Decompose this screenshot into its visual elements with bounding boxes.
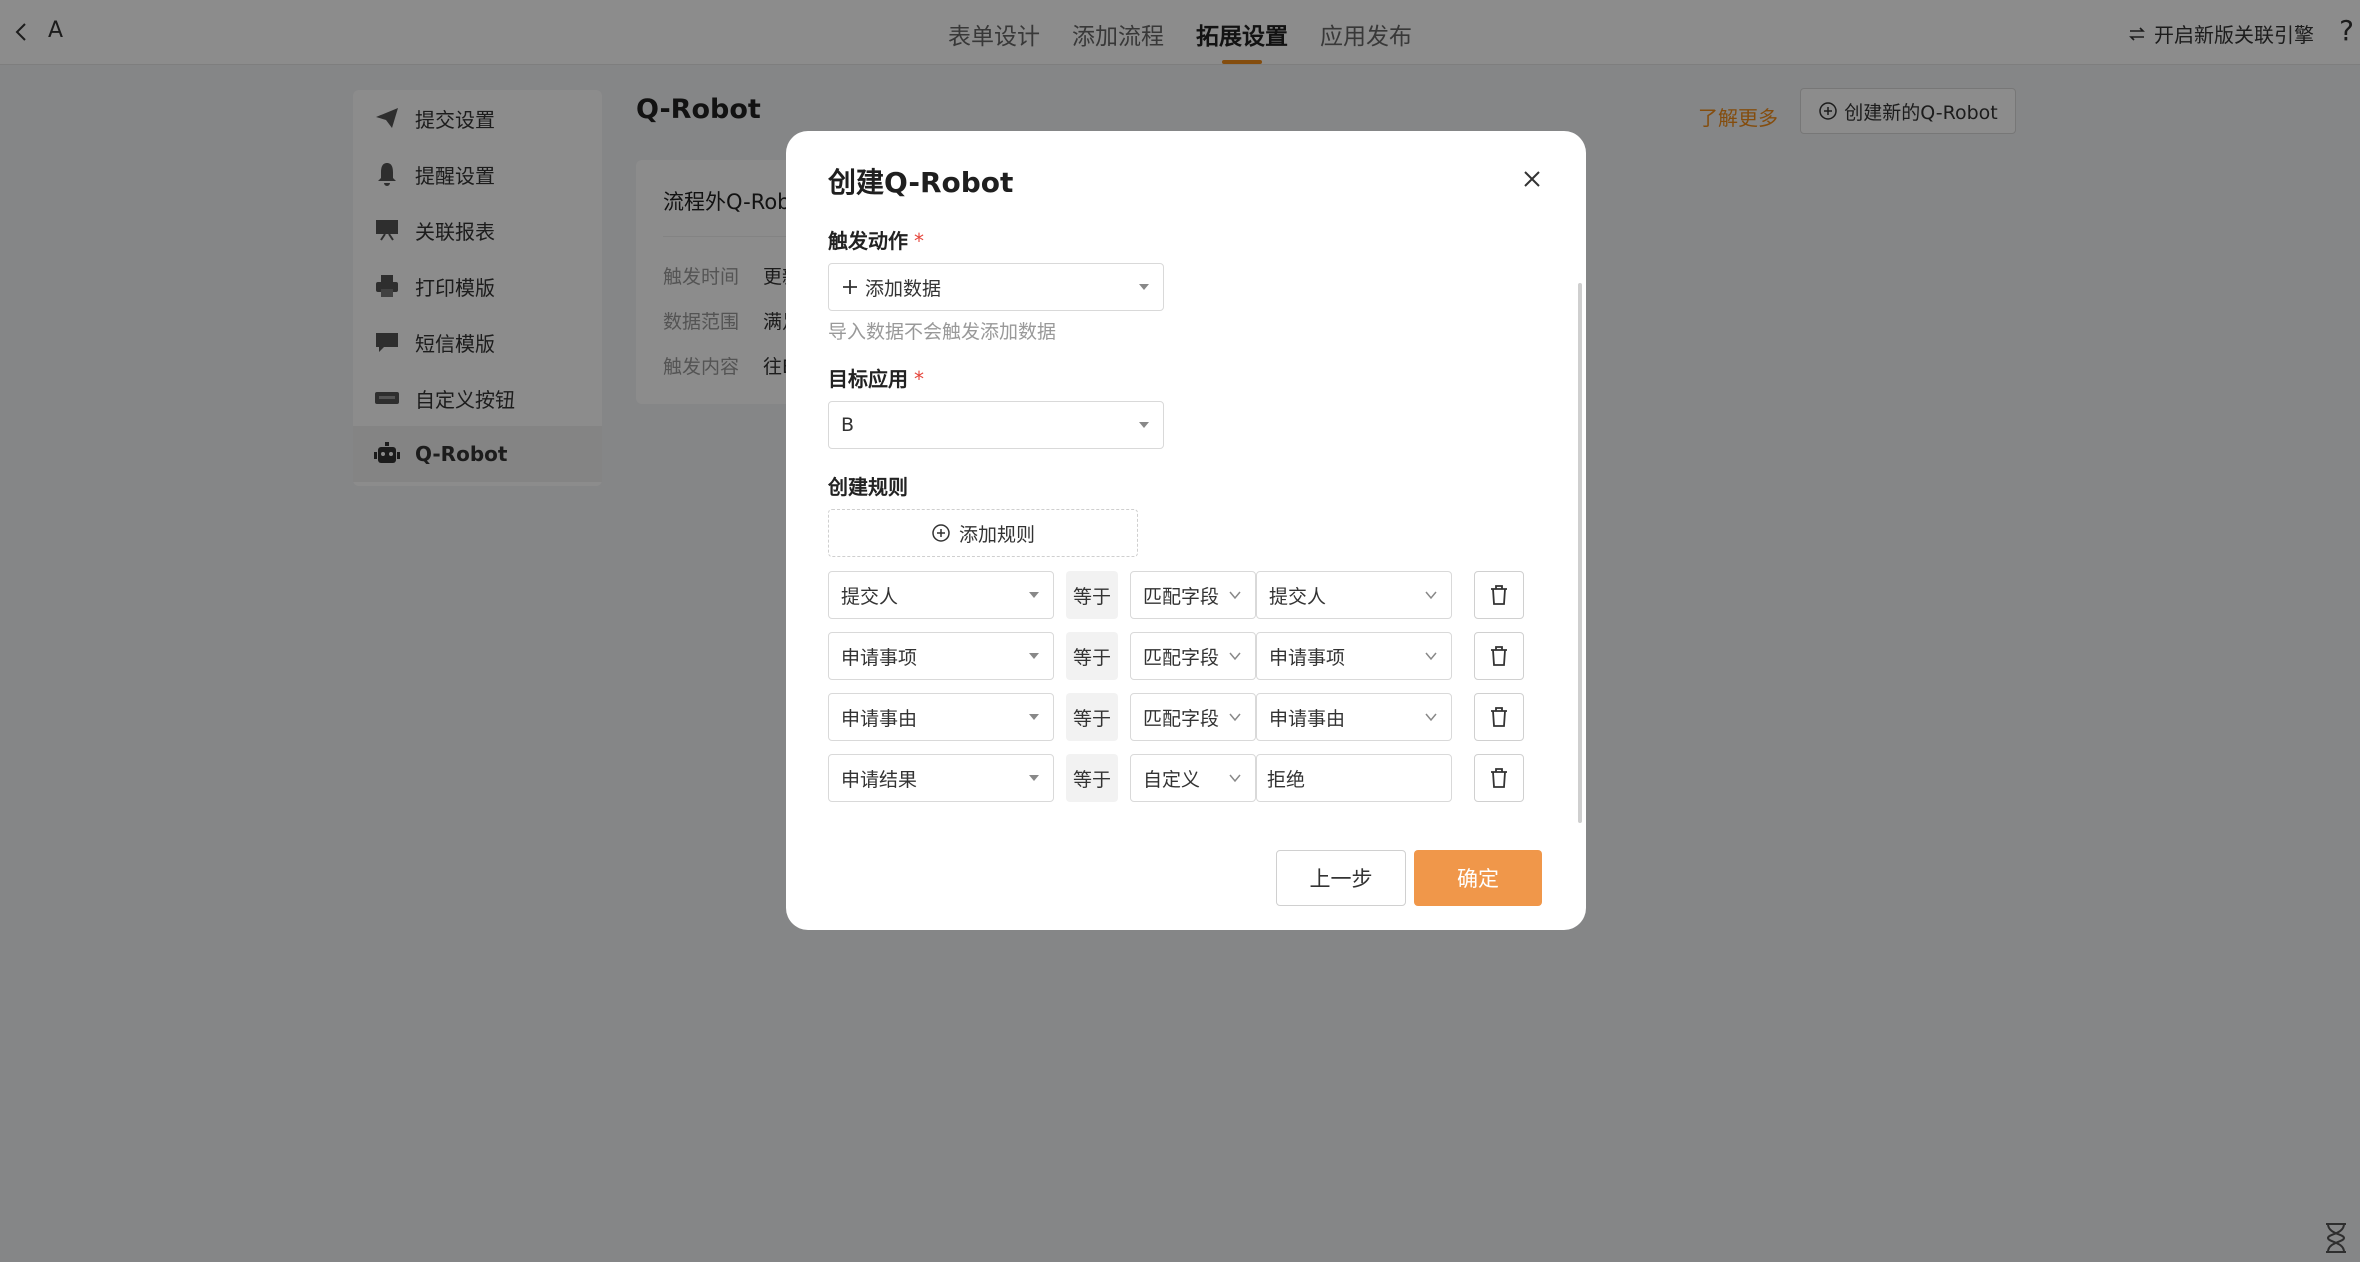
rule-mode-value: 匹配字段	[1143, 646, 1220, 669]
target-app-label: 目标应用 *	[828, 363, 924, 392]
chevron-down-icon	[1425, 713, 1437, 722]
rule-custom-value-input[interactable]	[1256, 754, 1452, 802]
rule-value: 申请事由	[1269, 707, 1346, 730]
rule-mode-select[interactable]: 匹配字段	[1130, 571, 1256, 619]
rule-field-select[interactable]: 申请事由	[828, 693, 1054, 741]
chevron-down-icon	[1425, 591, 1437, 600]
rule-field-select[interactable]: 申请结果	[828, 754, 1054, 802]
chevron-down-icon	[1229, 591, 1241, 600]
chevron-down-icon	[1229, 652, 1241, 661]
rule-mode-select[interactable]: 匹配字段	[1130, 632, 1256, 680]
add-rule-button[interactable]: 添加规则	[828, 509, 1138, 557]
rule-mode-value: 匹配字段	[1143, 707, 1220, 730]
rule-field-value: 申请结果	[841, 768, 918, 791]
chevron-down-icon	[1425, 652, 1437, 661]
trash-icon	[1491, 585, 1507, 605]
caret-down-icon	[1029, 592, 1039, 598]
equals-operator: 等于	[1066, 693, 1118, 741]
caret-down-icon	[1139, 284, 1149, 290]
close-icon[interactable]	[1520, 167, 1544, 191]
dialog-title: 创建Q-Robot	[828, 166, 1014, 199]
create-rules-label: 创建规则	[828, 475, 908, 499]
rule-field-value: 提交人	[841, 585, 899, 608]
rule-field-select[interactable]: 提交人	[828, 571, 1054, 619]
delete-rule-button[interactable]	[1474, 754, 1524, 802]
delete-rule-button[interactable]	[1474, 571, 1524, 619]
previous-step-button[interactable]: 上一步	[1276, 850, 1406, 906]
rule-field-select[interactable]: 申请事项	[828, 632, 1054, 680]
chevron-down-icon	[1229, 774, 1241, 783]
target-app-text: 目标应用	[828, 367, 908, 391]
rule-mode-value: 匹配字段	[1143, 585, 1220, 608]
caret-down-icon	[1029, 653, 1039, 659]
target-app-select[interactable]: B	[828, 401, 1164, 449]
trash-icon	[1491, 768, 1507, 788]
rule-field-value: 申请事由	[841, 707, 918, 730]
equals-operator: 等于	[1066, 632, 1118, 680]
equals-operator: 等于	[1066, 571, 1118, 619]
trigger-action-select[interactable]: 添加数据	[828, 263, 1164, 311]
chevron-down-icon	[1229, 713, 1241, 722]
required-mark: *	[914, 229, 924, 253]
required-mark: *	[914, 367, 924, 391]
rule-value-select[interactable]: 申请事由	[1256, 693, 1452, 741]
rule-value: 提交人	[1269, 585, 1327, 608]
scrollbar[interactable]	[1578, 283, 1582, 823]
trigger-hint: 导入数据不会触发添加数据	[828, 321, 1057, 343]
caret-down-icon	[1029, 714, 1039, 720]
confirm-button[interactable]: 确定	[1414, 850, 1542, 906]
trigger-action-text: 触发动作	[828, 229, 908, 253]
rule-mode-value: 自定义	[1143, 768, 1201, 791]
rule-field-value: 申请事项	[841, 646, 918, 669]
equals-operator: 等于	[1066, 754, 1118, 802]
rule-value-select[interactable]: 申请事项	[1256, 632, 1452, 680]
trash-icon	[1491, 707, 1507, 727]
add-rule-label: 添加规则	[958, 523, 1035, 546]
rule-mode-select[interactable]: 自定义	[1130, 754, 1256, 802]
trash-icon	[1491, 646, 1507, 666]
caret-down-icon	[1029, 775, 1039, 781]
rule-value: 申请事项	[1269, 646, 1346, 669]
plus-circle-icon	[932, 524, 950, 542]
trigger-action-value: 添加数据	[865, 277, 942, 300]
create-robot-dialog: 创建Q-Robot 触发动作 * 添加数据 导入数据不会触发添加数据 目标应用 * …	[786, 131, 1586, 930]
delete-rule-button[interactable]	[1474, 632, 1524, 680]
plus-icon	[843, 280, 857, 294]
rule-value-select[interactable]: 提交人	[1256, 571, 1452, 619]
rule-mode-select[interactable]: 匹配字段	[1130, 693, 1256, 741]
delete-rule-button[interactable]	[1474, 693, 1524, 741]
target-app-value: B	[841, 414, 855, 436]
trigger-action-label: 触发动作 *	[828, 225, 924, 254]
caret-down-icon	[1139, 422, 1149, 428]
